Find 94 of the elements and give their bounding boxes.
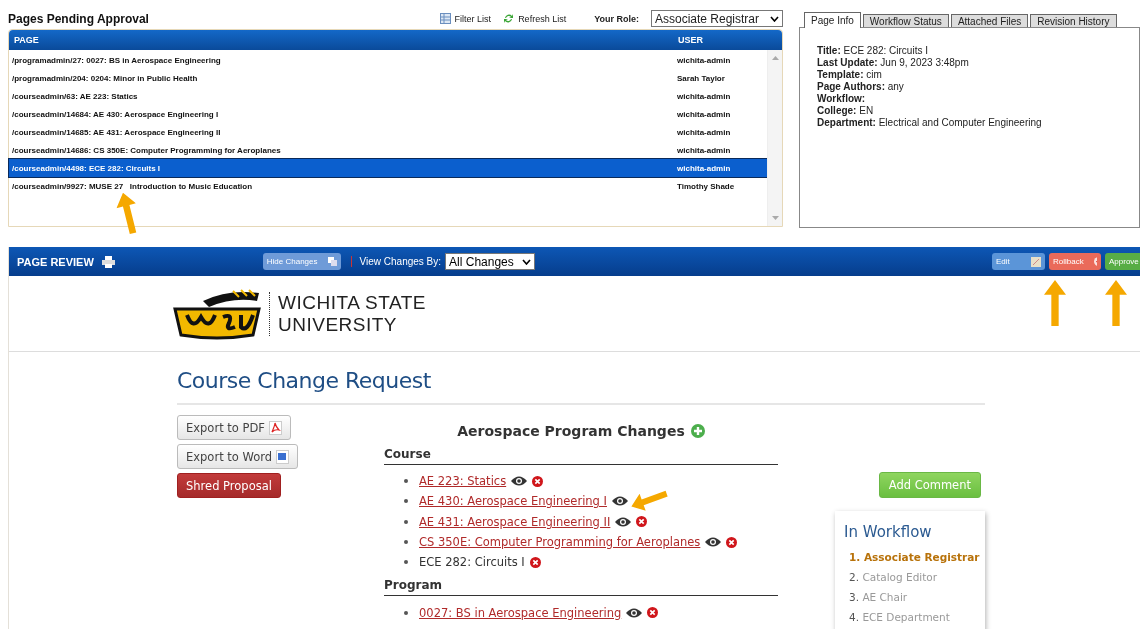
- tab[interactable]: Attached Files: [950, 14, 1029, 27]
- eye-icon[interactable]: [611, 496, 628, 507]
- table-cell-text: Sarah Taylor: [676, 73, 726, 83]
- table-row[interactable]: /courseadmin/9927: MUSE 27 Introduction to Music Education Timothy Shade: [9, 177, 767, 195]
- info-field: Department: Electrical and Computer Engineering: [817, 117, 1122, 129]
- eye-icon[interactable]: [615, 516, 632, 527]
- bullet-icon: [404, 610, 408, 615]
- table-cell-text: wichita-admin: [676, 145, 732, 155]
- caret-icon: [522, 258, 532, 265]
- bullet-icon: [404, 540, 408, 545]
- table-cell-text: /courseadmin/63: AE 223: Statics: [11, 91, 139, 101]
- workflow-step: 2. Catalog Editor: [844, 567, 938, 587]
- add-icon[interactable]: [690, 424, 705, 438]
- eye-icon[interactable]: [705, 537, 722, 548]
- item-link[interactable]: AE 430: Aerospace Engineering I: [419, 494, 607, 509]
- column-header: USER: [677, 35, 704, 45]
- remove-icon[interactable]: [647, 607, 659, 619]
- caret-icon: [770, 15, 779, 22]
- table-cell-text: /programadmin/204: 0204: Minor in Public Health: [11, 73, 199, 83]
- toolbar-link[interactable]: Filter List: [439, 13, 492, 24]
- eye-icon[interactable]: [511, 476, 528, 487]
- remove-icon[interactable]: [726, 536, 738, 548]
- tab[interactable]: Page Info: [804, 12, 861, 28]
- view-changes-label: View Changes By:: [350, 256, 442, 267]
- item-link[interactable]: 0027: BS in Aerospace Engineering: [419, 605, 622, 620]
- tab[interactable]: Workflow Status: [862, 14, 949, 27]
- pdf-icon: [268, 420, 282, 435]
- item-link[interactable]: AE 431: Aerospace Engineering II: [419, 514, 611, 529]
- remove-icon[interactable]: [636, 516, 648, 528]
- info-field: College: EN: [817, 105, 1122, 117]
- workflow-title: In Workflow: [844, 523, 933, 541]
- export-button[interactable]: Export to PDF: [177, 415, 291, 440]
- remove-icon[interactable]: [529, 556, 541, 568]
- table-row[interactable]: /courseadmin/14686: CS 350E: Computer Programming for Aeroplanes wichita-admin: [9, 141, 767, 159]
- workflow-step: 3. AE Chair: [844, 587, 908, 607]
- info-field: Template: cim: [817, 69, 1122, 81]
- annotation-arrow: [1105, 280, 1127, 326]
- info-field: Page Authors: any: [817, 81, 1122, 93]
- table-cell-text: /courseadmin/4498: ECE 282: Circuits I: [11, 163, 162, 173]
- table-cell-text: /courseadmin/14686: CS 350E: Computer Programming for Aeroplanes: [11, 145, 282, 155]
- table-row[interactable]: /courseadmin/63: AE 223: Statics wichita-admin: [9, 87, 767, 105]
- role-select[interactable]: Associate Registrar: [651, 10, 783, 27]
- info-field: Workflow:: [817, 93, 1122, 105]
- section-title: Aerospace Program Changes: [457, 423, 685, 439]
- edit-icon: [1031, 256, 1041, 267]
- bullet-icon: [404, 499, 408, 504]
- eye-icon[interactable]: [626, 607, 643, 618]
- workflow-step: 4. ECE Department: [844, 607, 950, 627]
- info-field: Last Update: Jun 9, 2023 3:48pm: [817, 57, 1122, 69]
- toolbar-title: PAGE REVIEW: [17, 255, 94, 268]
- info-field: Title: ECE 282: Circuits I: [817, 45, 1122, 57]
- shred-button[interactable]: Shred Proposal: [177, 473, 281, 498]
- item-link[interactable]: AE 223: Statics: [419, 474, 507, 489]
- table-cell-text: wichita-admin: [676, 55, 732, 65]
- bullet-icon: [404, 519, 408, 524]
- table-cell-text: /courseadmin/14684: AE 430: Aerospace Engineering I: [11, 109, 220, 119]
- table-row[interactable]: /courseadmin/14685: AE 431: Aerospace Engineering II wichita-admin: [9, 123, 767, 141]
- item-text: ECE 282: Circuits I: [419, 555, 525, 570]
- group-heading: Course: [384, 445, 778, 465]
- logo-icon: [173, 286, 261, 341]
- logo-text: UNIVERSITY: [278, 313, 399, 336]
- table-row[interactable]: /courseadmin/4498: ECE 282: Circuits I wichita-admin: [9, 159, 767, 177]
- table-row[interactable]: /programadmin/27: 0027: BS in Aerospace Engineering wichita-admin: [9, 51, 767, 69]
- table-cell-text: wichita-admin: [676, 109, 732, 119]
- logo-text: WICHITA STATE: [278, 291, 426, 314]
- table-row[interactable]: /courseadmin/14684: AE 430: Aerospace Engineering I wichita-admin: [9, 105, 767, 123]
- table-cell-text: /programadmin/27: 0027: BS in Aerospace Engineering: [11, 55, 222, 65]
- toolbar-link[interactable]: Refresh List: [503, 13, 567, 24]
- bullet-icon: [404, 479, 408, 484]
- export-button[interactable]: Export to Word: [177, 444, 299, 469]
- table-cell-text: wichita-admin: [676, 127, 732, 137]
- table-row[interactable]: /programadmin/204: 0204: Minor in Public Health Sarah Taylor: [9, 69, 767, 87]
- annotation-arrow: [1044, 280, 1066, 326]
- page-heading: Course Change Request: [177, 368, 985, 405]
- group-heading: Program: [384, 576, 778, 597]
- tab[interactable]: Revision History: [1030, 14, 1117, 27]
- role-label: Your Role:: [594, 13, 639, 24]
- table-cell-text: /courseadmin/9927: MUSE 27 Introduction to Music Education: [11, 181, 254, 191]
- table-cell-text: Timothy Shade: [676, 181, 736, 191]
- copy-icon: [327, 257, 337, 266]
- bullet-icon: [404, 560, 408, 565]
- column-header: PAGE: [13, 35, 40, 45]
- document-icon: [276, 449, 290, 464]
- item-link[interactable]: CS 350E: Computer Programming for Aeroplanes: [419, 535, 701, 550]
- view-changes-select[interactable]: All Changes: [445, 253, 536, 270]
- remove-icon[interactable]: [532, 475, 544, 487]
- table-icon: [439, 13, 451, 24]
- table-cell-text: wichita-admin: [676, 91, 732, 101]
- table-cell-text: wichita-admin: [676, 163, 732, 173]
- workflow-step: 1. Associate Registrar: [844, 547, 980, 567]
- panel-title: Pages Pending Approval: [8, 11, 149, 26]
- print-icon[interactable]: [101, 255, 115, 268]
- table-cell-text: /courseadmin/14685: AE 431: Aerospace Engineering II: [11, 127, 222, 137]
- refresh-icon: [503, 13, 515, 24]
